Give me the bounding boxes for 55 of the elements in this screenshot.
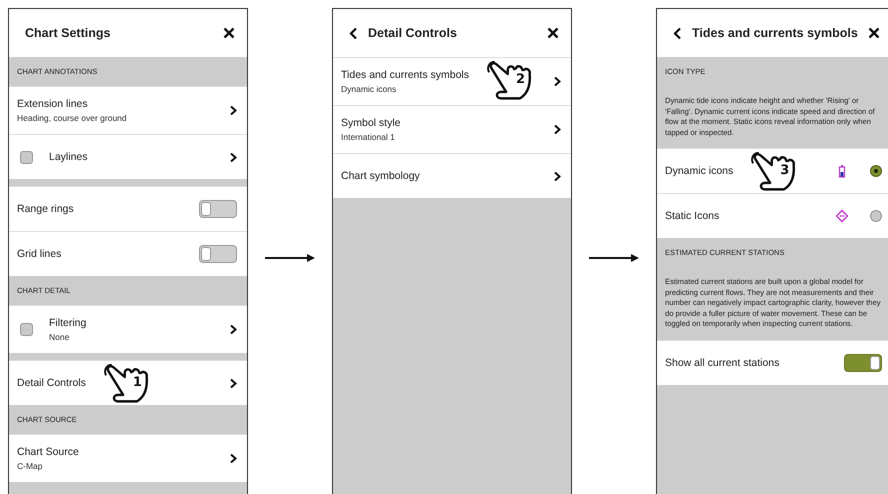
chevron-right-icon — [229, 378, 237, 388]
settings-item[interactable]: Extension lines Heading, course over ground — [9, 86, 247, 134]
chevron-right-icon — [553, 170, 561, 182]
toggle-switch[interactable] — [844, 354, 882, 372]
close-icon[interactable] — [547, 27, 559, 39]
panel-title: Tides and currents symbols — [692, 26, 858, 40]
arrow-icon — [265, 254, 315, 262]
item-label: Filtering — [49, 317, 86, 329]
item-label: Dynamic icons — [665, 165, 734, 177]
item-label: Symbol style — [341, 117, 401, 129]
chevron-right-icon — [229, 324, 237, 335]
settings-item[interactable]: Symbol style International 1 — [333, 105, 571, 153]
close-icon[interactable] — [223, 27, 235, 39]
item-label: Detail Controls — [17, 377, 86, 389]
checkbox[interactable] — [20, 150, 33, 164]
item-label: Static Icons — [665, 210, 720, 222]
item-label: Laylines — [49, 151, 88, 163]
arrow-icon — [589, 254, 639, 262]
item-value: Heading, course over ground — [17, 113, 127, 123]
settings-item[interactable]: Tides and currents symbols 2 Dynamic icons — [333, 57, 571, 105]
item-value: C-Map — [17, 461, 43, 471]
radio-button[interactable] — [870, 210, 882, 222]
chevron-right-icon — [553, 124, 561, 135]
panel-title: Chart Settings — [25, 26, 112, 40]
settings-item[interactable]: Chart symbology — [333, 153, 571, 198]
tide-gauge-icon — [836, 164, 848, 178]
chevron-right-icon — [553, 76, 561, 87]
item-label: Chart symbology — [341, 170, 420, 182]
item-value: Dynamic icons — [341, 84, 396, 94]
item-value: None — [49, 332, 70, 342]
item-label: Extension lines — [17, 98, 88, 110]
checkbox[interactable] — [20, 323, 33, 336]
item-label: Range rings — [17, 203, 74, 215]
back-icon[interactable] — [349, 26, 358, 40]
settings-item[interactable]: Laylines — [9, 134, 247, 179]
item-value: International 1 — [341, 132, 395, 142]
settings-item[interactable]: Chart Source C-Map — [9, 434, 247, 482]
chevron-right-icon — [229, 453, 237, 464]
diamond-icon — [836, 209, 848, 223]
radio-option[interactable]: Static Icons — [657, 193, 888, 238]
chevron-right-icon — [229, 152, 237, 162]
close-icon[interactable] — [868, 27, 880, 39]
settings-item[interactable]: Detail Controls 1 — [9, 360, 247, 405]
item-label: Grid lines — [17, 248, 62, 260]
panel-title: Detail Controls — [368, 26, 458, 40]
back-icon[interactable] — [673, 26, 682, 40]
radio-option[interactable]: Dynamic icons 3 — [657, 148, 888, 193]
chevron-right-icon — [229, 105, 237, 116]
toggle-switch[interactable] — [199, 200, 237, 218]
settings-item[interactable]: Filtering None — [9, 305, 247, 353]
radio-button[interactable] — [870, 165, 882, 177]
toggle-switch[interactable] — [199, 245, 237, 263]
item-label: Chart Source — [17, 446, 79, 458]
item-label: Show all current stations — [665, 356, 780, 368]
item-label: Tides and currents symbols — [341, 69, 469, 81]
